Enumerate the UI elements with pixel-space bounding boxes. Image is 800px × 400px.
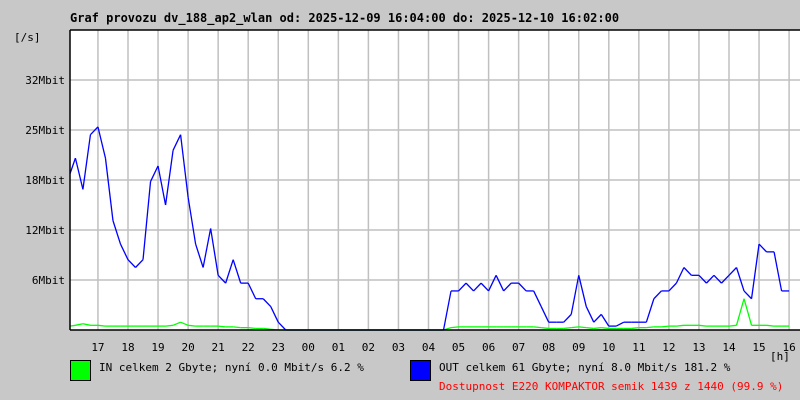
x-tick-label: 14 [722, 341, 736, 354]
x-tick-label: 04 [422, 341, 436, 354]
x-axis-label: [h] [770, 350, 790, 363]
out-legend-label: OUT celkem 61 Gbyte; nyní 8.0 Mbit/s 181… [439, 361, 731, 374]
x-tick-label: 08 [542, 341, 555, 354]
in-series-segment [233, 326, 241, 329]
in-legend-swatch [70, 360, 91, 381]
x-tick-label: 07 [512, 341, 525, 354]
in-series-segment [541, 327, 549, 330]
traffic-chart: 17 18 19 20 21 22 23 00 01 02 03 04 05 06 07 08 09 10 11 12… [25, 29, 800, 363]
in-series-segment [698, 324, 707, 327]
in-series-segment [601, 327, 609, 330]
in-series-segment [586, 327, 594, 330]
x-tick-label: 05 [452, 341, 465, 354]
y-tick-label: 6Mbit [32, 274, 65, 287]
in-series-segment [571, 326, 579, 329]
out-legend-swatch [410, 360, 431, 381]
in-series-segment [69, 324, 76, 327]
x-tick-label: 22 [242, 341, 255, 354]
x-tick-label: 12 [662, 341, 675, 354]
in-series-segment [646, 326, 654, 329]
x-tick-label: 21 [212, 341, 225, 354]
in-series-segment [766, 324, 775, 327]
x-tick-label: 15 [752, 341, 765, 354]
in-series-segment [533, 326, 542, 329]
x-tick-label: 18 [121, 341, 134, 354]
x-tick-label: 03 [392, 341, 405, 354]
x-tick-label: 01 [332, 341, 345, 354]
x-tick-label: 17 [91, 341, 104, 354]
in-series-segment [593, 327, 602, 330]
in-series-segment [728, 324, 737, 327]
in-series-segment [263, 327, 271, 330]
availability-text: Dostupnost E220 KOMPAKTOR semik 1439 z 1… [439, 380, 784, 393]
y-tick-label: 32Mbit [25, 74, 65, 87]
in-series-segment [97, 324, 106, 327]
in-series-segment [676, 324, 684, 327]
x-tick-label: 19 [151, 341, 164, 354]
in-series-segment [578, 326, 587, 329]
in-series-segment [631, 327, 639, 330]
in-series-segment [218, 325, 226, 328]
in-series-segment [188, 324, 196, 327]
x-tick-label: 10 [602, 341, 615, 354]
in-series-segment [661, 325, 669, 328]
x-tick-label: 09 [572, 341, 585, 354]
y-tick-label: 25Mbit [25, 124, 65, 137]
y-tick-label: 12Mbit [25, 224, 65, 237]
y-tick-label: 18Mbit [25, 174, 65, 187]
in-series-segment [165, 324, 174, 327]
x-tick-label: 02 [362, 341, 375, 354]
x-tick-label: 11 [632, 341, 645, 354]
in-series-segment [450, 326, 459, 329]
in-series-segment [563, 327, 572, 330]
x-tick-label: 23 [272, 341, 285, 354]
x-tick-label: 13 [692, 341, 705, 354]
x-tick-label: 20 [181, 341, 194, 354]
in-legend-label: IN celkem 2 Gbyte; nyní 0.0 Mbit/s 6.2 % [99, 361, 364, 374]
x-tick-label: 00 [302, 341, 315, 354]
in-series-segment [248, 327, 256, 330]
x-tick-label: 06 [482, 341, 495, 354]
